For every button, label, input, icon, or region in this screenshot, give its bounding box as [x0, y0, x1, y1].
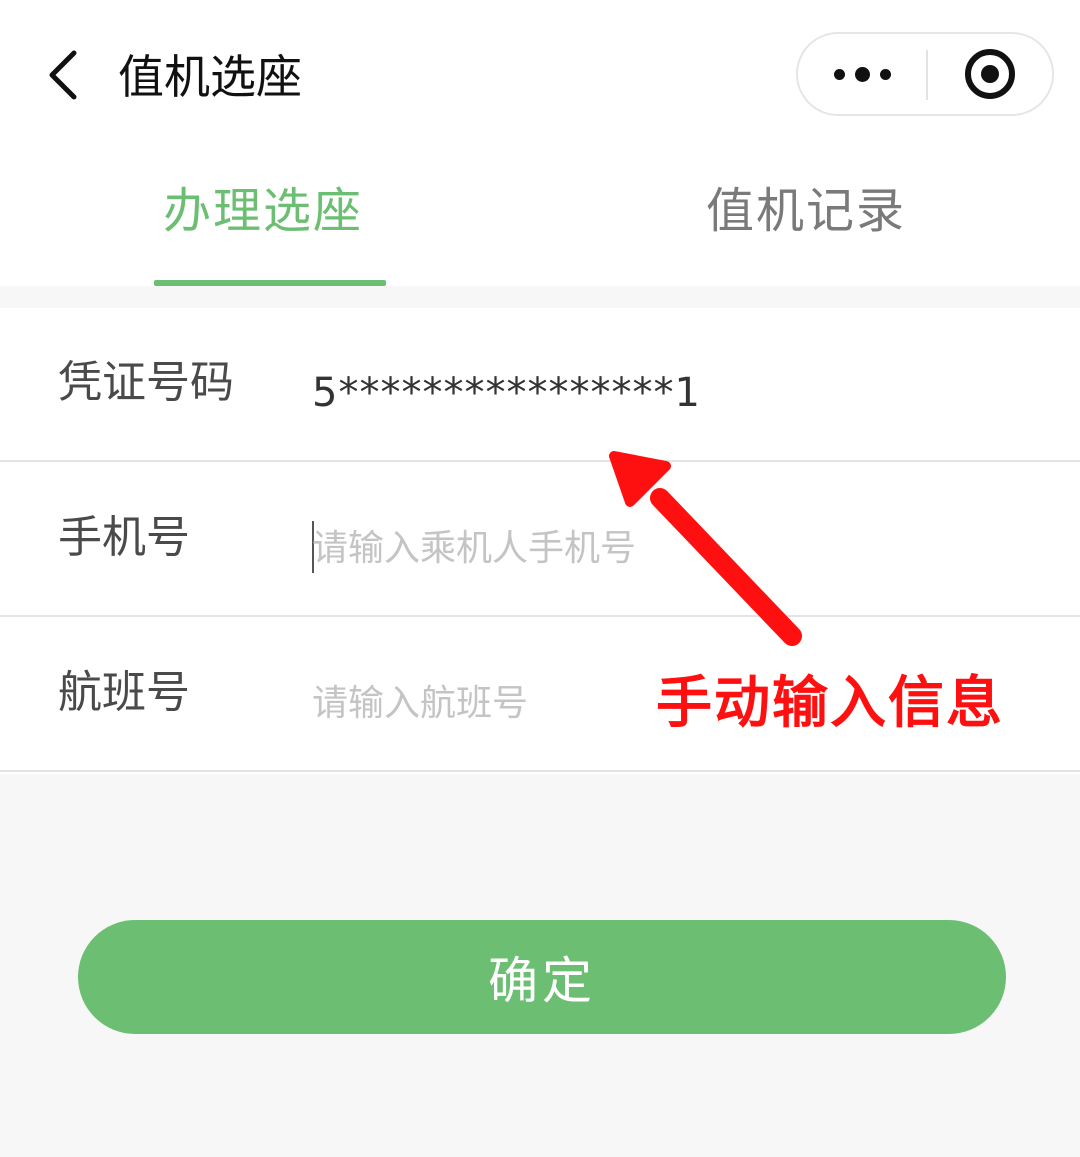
tab-checkin-records[interactable]: 值机记录 — [706, 176, 906, 246]
tab-seat-selection[interactable]: 办理选座 — [163, 176, 363, 246]
target-circle-core — [981, 65, 999, 83]
mini-program-capsule — [796, 32, 1054, 116]
more-dots-icon — [833, 68, 845, 80]
form-row-phone: 手机号 — [0, 463, 1080, 617]
ticket-number-label: 凭证号码 — [58, 357, 234, 408]
form-row-ticket: 凭证号码 5****************1 — [0, 308, 1080, 462]
chevron-left-icon — [49, 50, 77, 100]
annotation-text: 手动输入信息 — [656, 671, 1004, 736]
tab-bar: 办理选座 值机记录 — [0, 150, 1080, 286]
phone-label: 手机号 — [58, 512, 190, 563]
close-mini-program-button[interactable] — [928, 34, 1052, 114]
navigation-bar: 值机选座 — [0, 0, 1080, 150]
more-button[interactable] — [798, 34, 926, 114]
back-button[interactable] — [34, 44, 90, 106]
flight-number-label: 航班号 — [58, 667, 190, 718]
phone-input[interactable] — [312, 515, 1012, 581]
confirm-button[interactable]: 确定 — [78, 920, 1006, 1034]
target-circle-icon — [965, 49, 1015, 99]
page-title: 值机选座 — [118, 50, 302, 104]
more-dots-icon — [879, 68, 891, 80]
ticket-number-value[interactable]: 5****************1 — [312, 360, 701, 426]
active-tab-indicator — [154, 280, 386, 286]
more-dots-icon — [854, 66, 870, 82]
